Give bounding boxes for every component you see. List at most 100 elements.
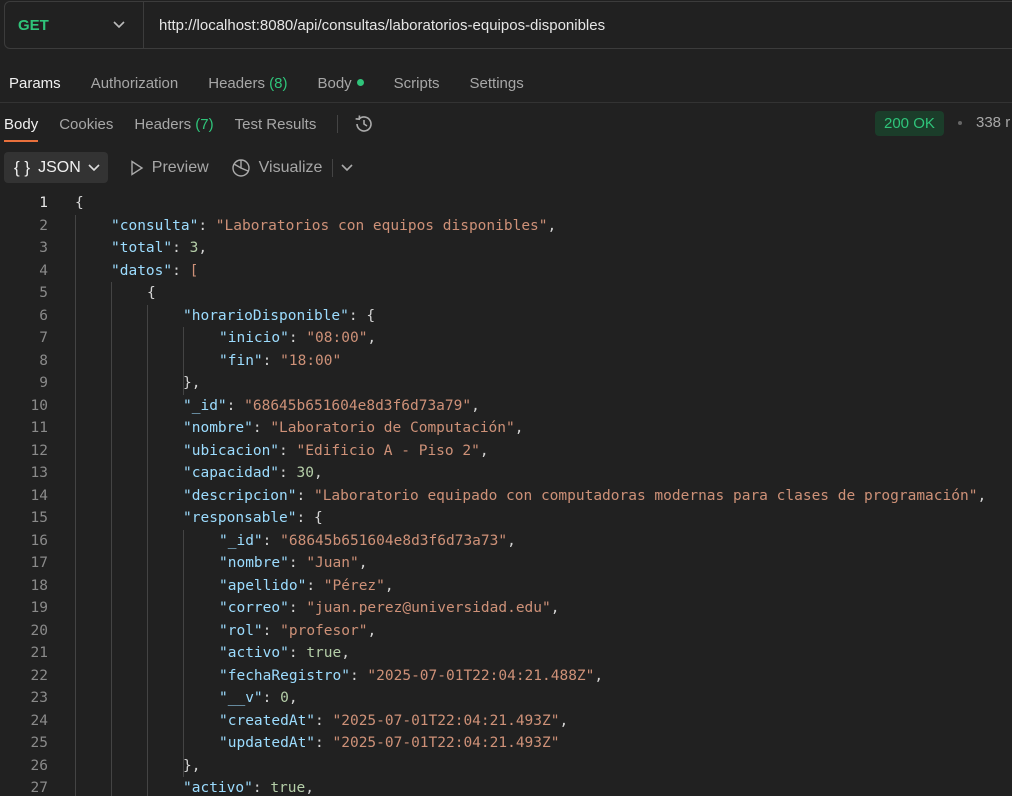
line-number: 4 xyxy=(39,262,48,279)
code-token: : xyxy=(349,667,368,684)
code-token: "2025-07-01T22:04:21.488Z" xyxy=(367,667,595,684)
code-token: "activo" xyxy=(219,645,289,661)
code-token: : xyxy=(262,352,281,369)
visualize-icon xyxy=(231,158,250,177)
tab-settings[interactable]: Settings xyxy=(470,75,524,92)
code-text: "fechaRegistro": "2025-07-01T22:04:21.48… xyxy=(219,665,603,688)
code-token: , xyxy=(367,622,377,639)
braces-icon: { } xyxy=(14,157,31,177)
body-indicator-dot xyxy=(356,78,364,86)
url-input[interactable]: http://localhost:8080/api/consultas/labo… xyxy=(144,17,605,34)
response-tab-headers[interactable]: Headers (7) xyxy=(134,116,213,133)
code-token: , xyxy=(313,465,323,481)
visualize-label: Visualize xyxy=(258,158,323,176)
code-token: "responsable" xyxy=(183,510,297,526)
code-token: "Pérez" xyxy=(323,577,385,594)
code-line: 4 "datos": [ xyxy=(0,260,1012,283)
code-token: , xyxy=(198,240,208,256)
preview-button[interactable]: Preview xyxy=(130,159,209,177)
tab-params[interactable]: Params xyxy=(9,75,61,92)
format-label: JSON xyxy=(38,158,81,176)
play-icon xyxy=(131,159,144,176)
code-text: "createdAt": "2025-07-01T22:04:21.493Z", xyxy=(219,710,568,733)
line-number: 25 xyxy=(30,735,48,751)
tab-body[interactable]: Body xyxy=(317,75,364,92)
code-token: { xyxy=(75,195,84,211)
response-tab-cookies[interactable]: Cookies xyxy=(59,116,113,133)
response-tabs: Body Cookies Headers (7) Test Results xyxy=(0,106,1012,142)
code-token: , xyxy=(358,555,368,571)
code-text: { xyxy=(147,282,156,305)
code-token: "68645b651604e8d3f6d73a73" xyxy=(280,532,508,549)
code-token: 30 xyxy=(296,465,314,481)
chevron-down-icon[interactable] xyxy=(341,163,353,172)
code-text: "apellido": "Pérez", xyxy=(219,575,394,598)
response-body-code[interactable]: 1 {2 "consulta": "Laboratorios con equipos… xyxy=(0,192,1012,796)
format-selector[interactable]: { } JSON xyxy=(4,152,108,183)
code-token: : xyxy=(288,555,307,571)
code-token: "descripcion" xyxy=(183,487,297,504)
code-line: 13 "capacidad": 30, xyxy=(0,462,1012,485)
code-token: : xyxy=(279,442,297,459)
visualize-button[interactable]: Visualize xyxy=(231,158,323,178)
code-token: : xyxy=(252,420,271,436)
code-token: , xyxy=(594,667,604,684)
method-selector[interactable]: GET xyxy=(5,2,144,48)
code-token: "apellido" xyxy=(219,577,307,594)
line-number: 1 xyxy=(39,195,48,211)
code-token: true xyxy=(306,645,342,661)
code-token: "2025-07-01T22:04:21.493Z" xyxy=(332,712,560,729)
line-number: 9 xyxy=(39,375,48,391)
code-token: "2025-07-01T22:04:21.493Z" xyxy=(332,735,560,751)
code-token: "nombre" xyxy=(219,555,289,571)
code-text: "__v": 0, xyxy=(219,687,298,710)
code-token: "Laboratorios con equipos disponibles" xyxy=(215,217,548,234)
code-token: "Laboratorio equipado con computadoras m… xyxy=(313,487,978,504)
code-token: : xyxy=(288,600,307,616)
tab-authorization[interactable]: Authorization xyxy=(91,75,179,92)
history-icon[interactable] xyxy=(353,113,375,135)
code-token: : xyxy=(279,465,297,481)
method-label: GET xyxy=(18,16,49,34)
code-line: 10 "_id": "68645b651604e8d3f6d73a79", xyxy=(0,395,1012,418)
code-token: , xyxy=(384,577,394,594)
code-line: 14 "descripcion": "Laboratorio equipado c… xyxy=(0,485,1012,508)
code-line: 15 "responsable": { xyxy=(0,507,1012,530)
code-line: 2 "consulta": "Laboratorios con equipos d… xyxy=(0,215,1012,238)
code-token: "capacidad" xyxy=(183,465,280,481)
line-number: 6 xyxy=(39,307,48,324)
code-text: "nombre": "Juan", xyxy=(219,552,367,575)
code-line: 8 "fin": "18:00" xyxy=(0,350,1012,373)
line-number: 7 xyxy=(39,330,48,346)
code-token: "datos" xyxy=(111,262,173,279)
line-number: 13 xyxy=(30,465,48,481)
code-token: "consulta" xyxy=(111,217,199,234)
line-number: 12 xyxy=(30,442,48,459)
code-token: , xyxy=(471,397,480,414)
code-token: "Edificio A - Piso 2" xyxy=(296,442,480,459)
preview-label: Preview xyxy=(151,158,209,176)
response-headers-label: Headers xyxy=(134,115,192,133)
code-text: "datos": [ xyxy=(111,260,198,283)
code-token: : { xyxy=(348,307,376,324)
tab-scripts[interactable]: Scripts xyxy=(394,75,440,92)
code-token: "Juan" xyxy=(306,555,359,571)
code-token: , xyxy=(550,600,560,616)
code-text: "ubicacion": "Edificio A - Piso 2", xyxy=(183,440,489,463)
code-line: 21 "activo": true, xyxy=(0,642,1012,665)
line-number: 27 xyxy=(30,780,48,796)
response-tab-test-results[interactable]: Test Results xyxy=(235,116,317,133)
separator-dot xyxy=(958,121,962,125)
code-token: "18:00" xyxy=(280,352,342,369)
line-number: 5 xyxy=(39,285,48,301)
code-token: : xyxy=(172,240,190,256)
line-number: 23 xyxy=(30,690,48,706)
line-number: 19 xyxy=(30,600,48,616)
code-text: "capacidad": 30, xyxy=(183,462,323,485)
line-number: 10 xyxy=(30,397,48,414)
tab-headers[interactable]: Headers (8) xyxy=(208,75,287,92)
response-tab-body[interactable]: Body xyxy=(4,116,39,142)
code-token: "08:00" xyxy=(306,330,368,346)
response-headers-count: (7) xyxy=(195,115,214,133)
line-number: 14 xyxy=(30,487,48,504)
